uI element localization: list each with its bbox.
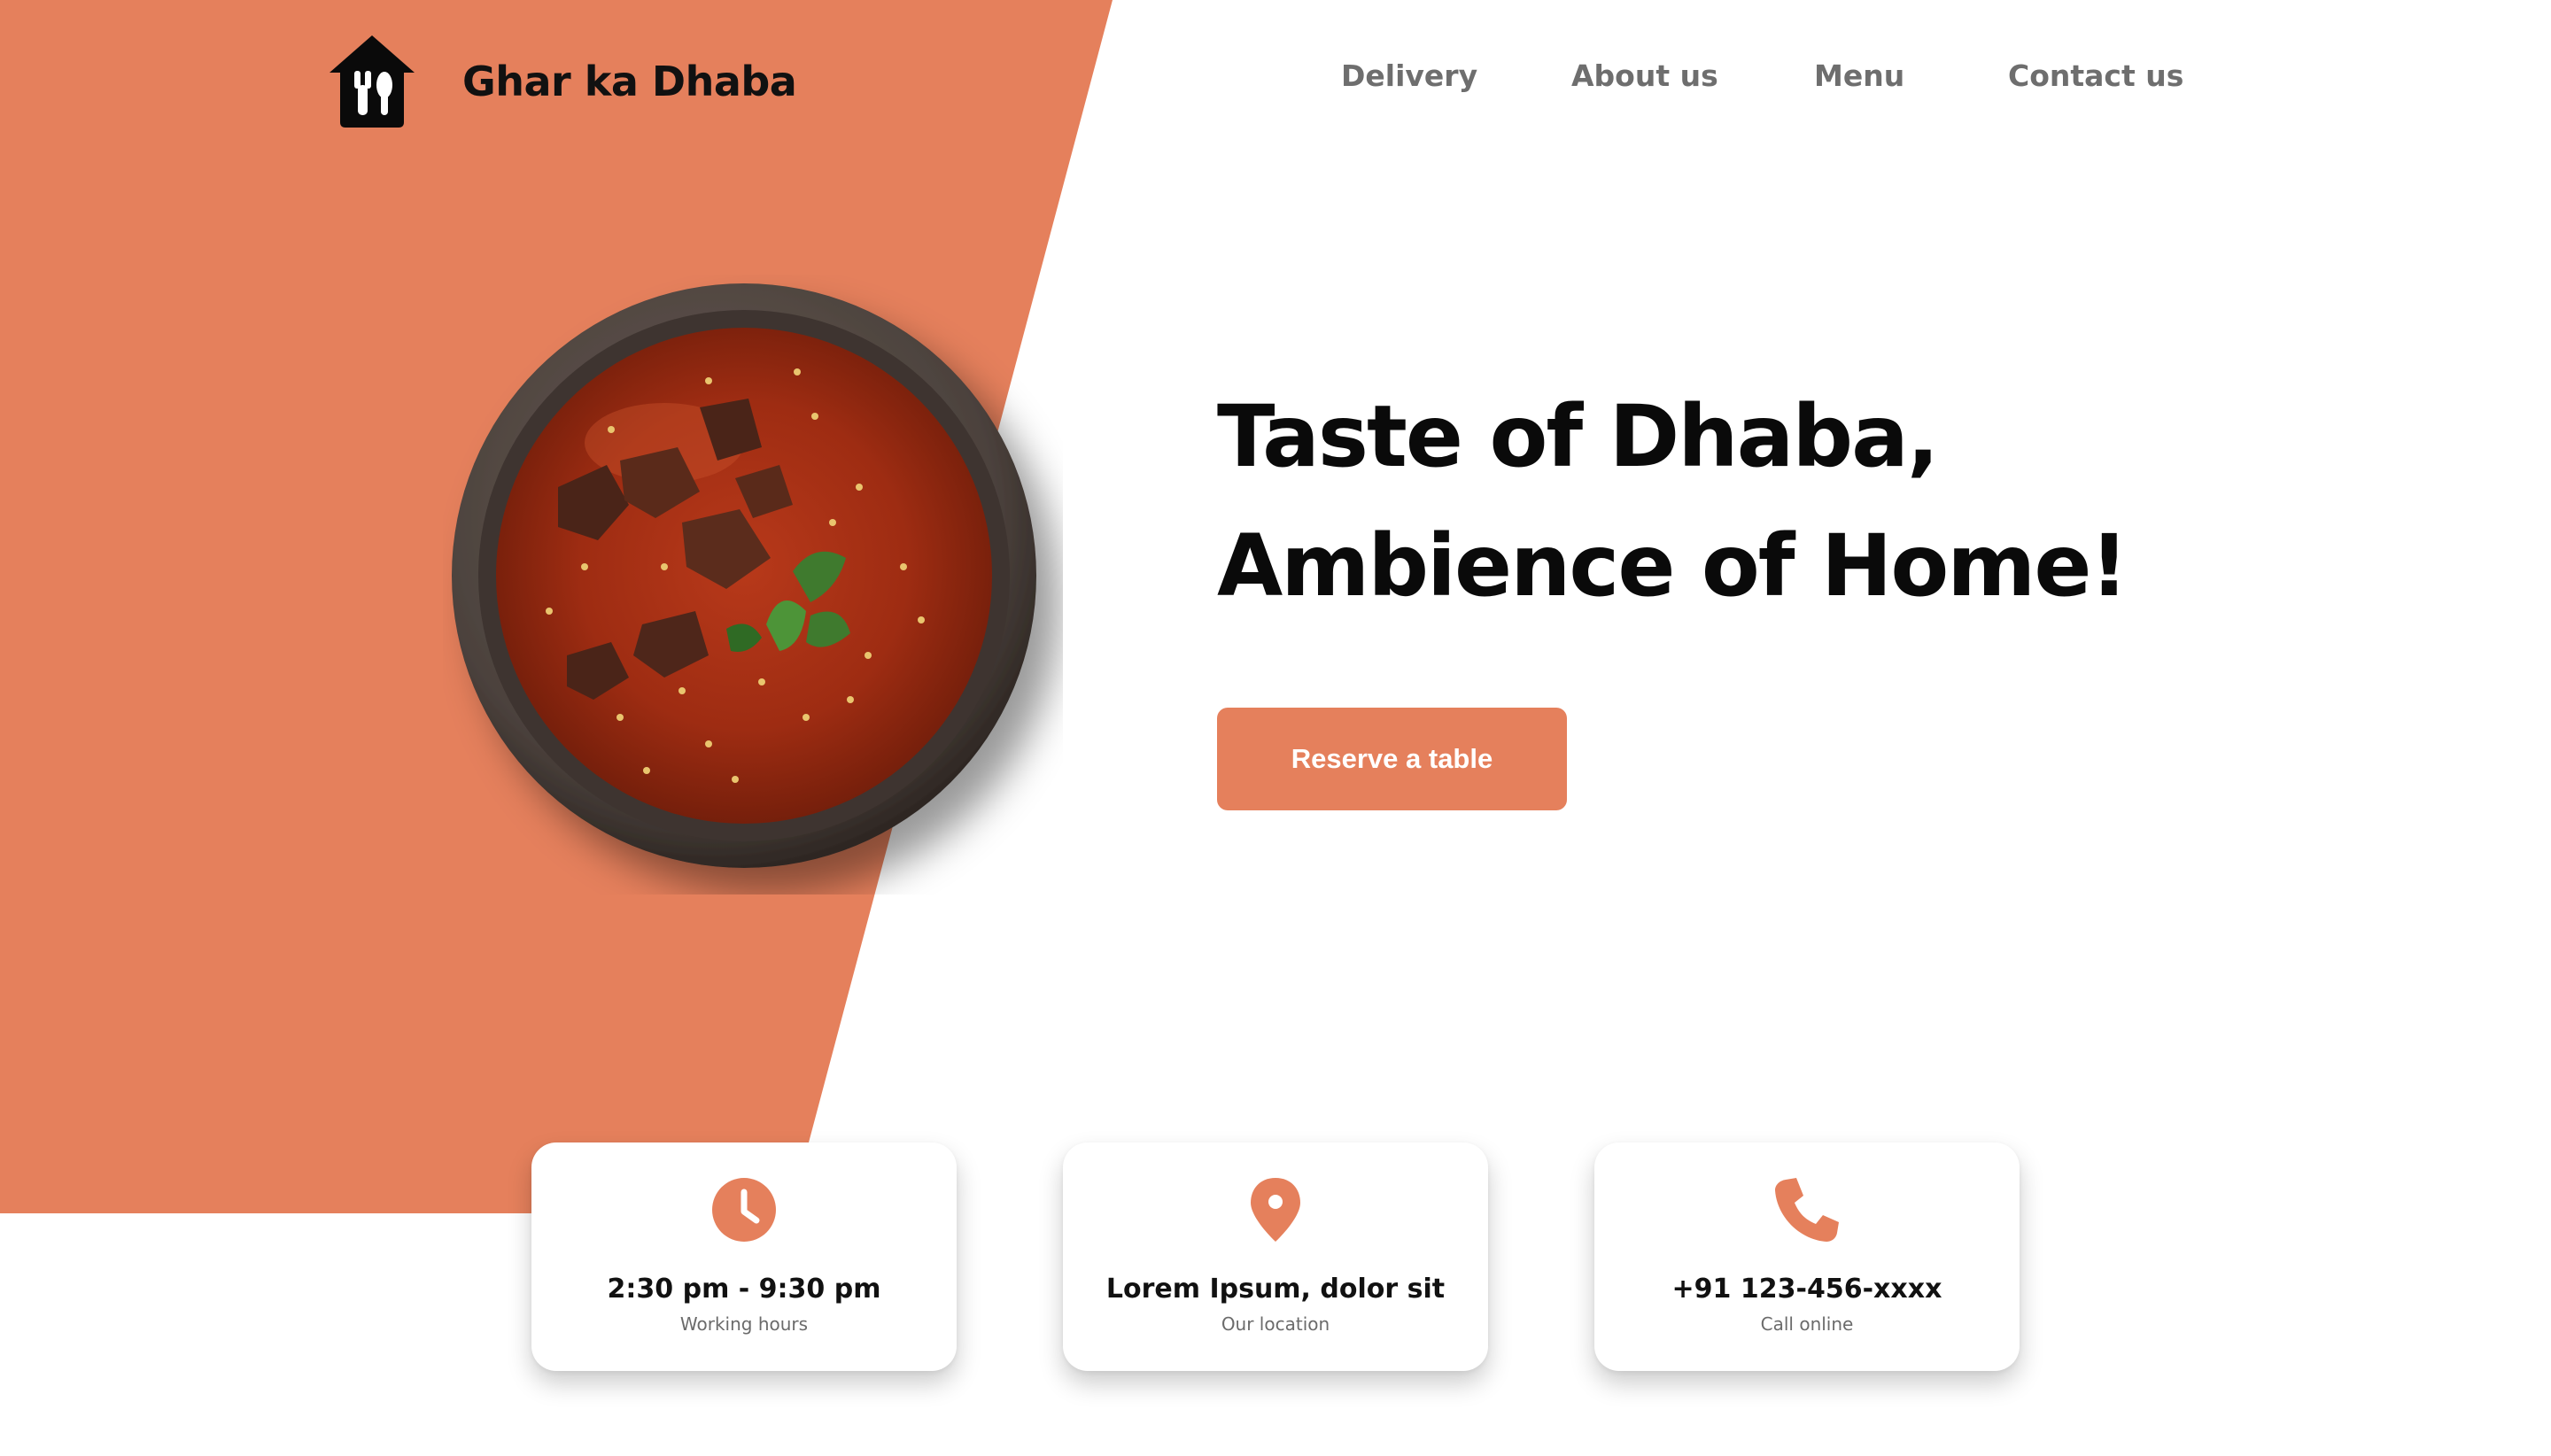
main-nav: Delivery About us Menu Contact us [0,58,2551,103]
curry-bowl-illustration [452,283,1036,868]
location-pin-icon [1251,1178,1300,1242]
nav-item-menu[interactable]: Menu [1814,58,1904,93]
reserve-table-button[interactable]: Reserve a table [1217,708,1567,810]
phone-label: Call online [1760,1313,1854,1335]
working-hours-value: 2:30 pm - 9:30 pm [607,1274,881,1305]
hero-title-line-2: Ambience of Home! [1217,516,2128,616]
hero-title: Taste of Dhaba, Ambience of Home! [1217,372,2128,631]
info-card-working-hours: 2:30 pm - 9:30 pm Working hours [531,1142,957,1371]
curry-bowl-image [443,275,1063,895]
nav-item-delivery[interactable]: Delivery [1341,58,1477,93]
location-value: Lorem Ipsum, dolor sit [1105,1274,1446,1305]
hero-title-line-1: Taste of Dhaba, [1217,387,1939,486]
nav-item-about-us[interactable]: About us [1571,58,1718,93]
working-hours-label: Working hours [679,1313,809,1335]
info-card-call: +91 123-456-xxxx Call online [1594,1142,2020,1371]
phone-icon [1775,1178,1839,1242]
phone-value[interactable]: +91 123-456-xxxx [1594,1274,2020,1305]
nav-item-contact-us[interactable]: Contact us [2008,58,2183,93]
clock-icon [712,1178,776,1242]
location-label: Our location [1221,1313,1330,1335]
info-card-location: Lorem Ipsum, dolor sit Our location [1063,1142,1488,1371]
